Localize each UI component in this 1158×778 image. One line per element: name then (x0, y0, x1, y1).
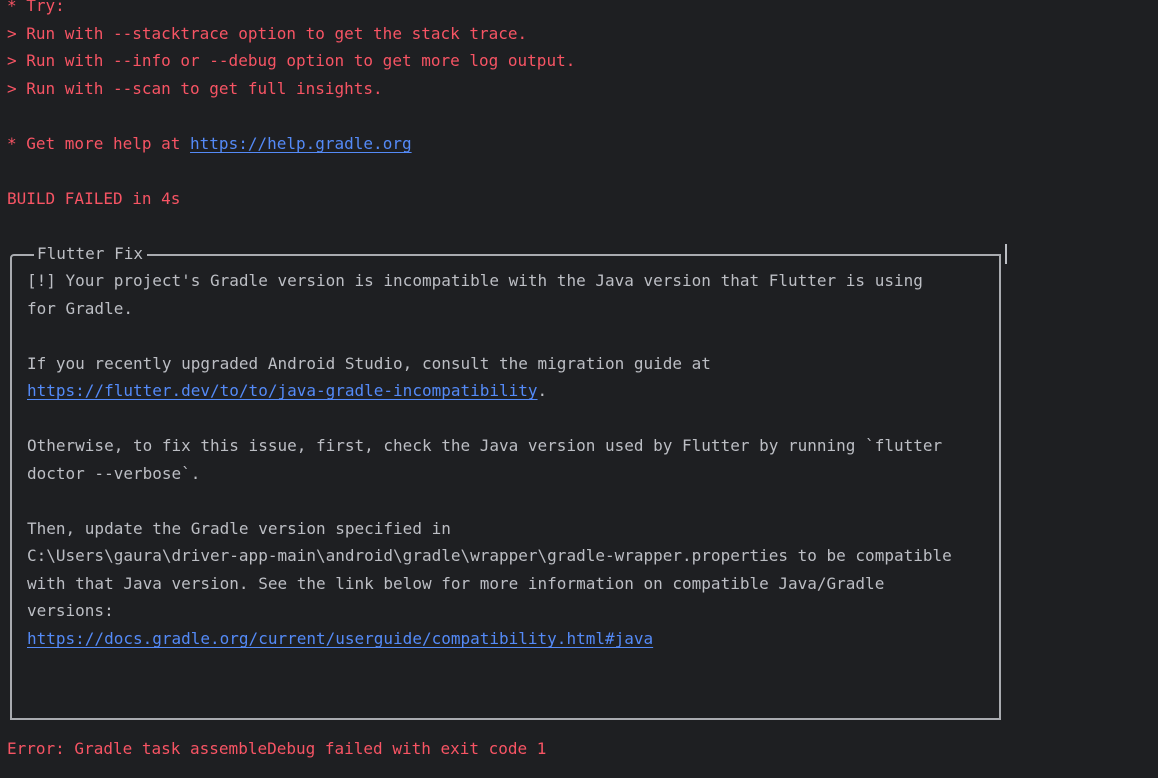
fix-line-incompatible: [!] Your project's Gradle version is inc… (27, 271, 923, 290)
fix-line-properties-path: C:\Users\gaura\driver-app-main\android\g… (27, 546, 952, 565)
terminal-output: * Try: > Run with --stacktrace option to… (0, 0, 1158, 778)
fix-line-then-update: Then, update the Gradle version specifie… (27, 519, 451, 538)
fix-line-migration-guide: If you recently upgraded Android Studio,… (27, 354, 711, 373)
final-error: Error: Gradle task assembleDebug failed … (7, 739, 547, 758)
fix-line-for-gradle: for Gradle. (27, 299, 133, 318)
fix-line-migration-link: https://flutter.dev/to/to/java-gradle-in… (27, 381, 547, 401)
help-prefix: * Get more help at (7, 134, 191, 153)
flutter-fix-title: Flutter Fix (34, 244, 147, 264)
build-status: BUILD FAILED in 4s (7, 189, 181, 208)
fix-line-see-link: with that Java version. See the link bel… (27, 574, 885, 593)
fix-line-otherwise: Otherwise, to fix this issue, first, che… (27, 436, 943, 455)
fix-line-versions: versions: (27, 601, 114, 620)
migration-guide-link[interactable]: https://flutter.dev/to/to/java-gradle-in… (27, 381, 538, 400)
try-header: * Try: (7, 0, 65, 15)
fix-line-compat-link: https://docs.gradle.org/current/userguid… (27, 629, 653, 649)
text-cursor (1005, 244, 1007, 264)
compatibility-link[interactable]: https://docs.gradle.org/current/userguid… (27, 629, 653, 648)
try-item-scan: > Run with --scan to get full insights. (7, 79, 383, 98)
try-item-info-debug: > Run with --info or --debug option to g… (7, 51, 576, 70)
try-item-stacktrace: > Run with --stacktrace option to get th… (7, 24, 528, 43)
help-link[interactable]: https://help.gradle.org (190, 134, 412, 153)
flutter-fix-box (10, 254, 1001, 720)
fix-line-doctor-verbose: doctor --verbose`. (27, 464, 201, 483)
help-line: * Get more help at https://help.gradle.o… (7, 134, 412, 154)
migration-link-suffix: . (537, 381, 548, 400)
